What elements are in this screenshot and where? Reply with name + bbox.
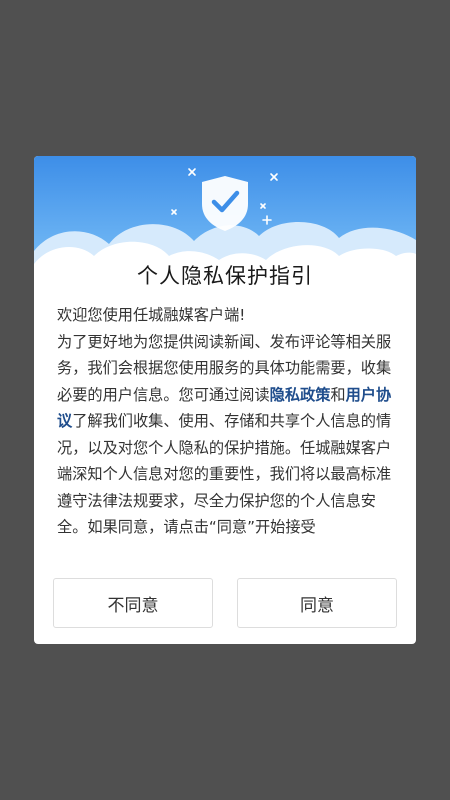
banner-illustration (34, 156, 416, 276)
disagree-button[interactable]: 不同意 (53, 578, 213, 628)
dialog-body: 欢迎您使用任城融媒客户端! 为了更好地为您提供阅读新闻、发布评论等相关服务，我们… (57, 302, 393, 541)
dialog-banner (34, 156, 416, 276)
policy-text-part2: 了解我们收集、使用、存储和共享个人信息的情况，以及对您个人隐私的保护措施。任城融… (57, 412, 392, 536)
dialog-title: 个人隐私保护指引 (137, 264, 313, 288)
privacy-dialog: 个人隐私保护指引 欢迎您使用任城融媒客户端! 为了更好地为您提供阅读新闻、发布评… (34, 156, 416, 644)
agree-button[interactable]: 同意 (237, 578, 397, 628)
policy-text-and: 和 (330, 385, 346, 404)
privacy-policy-link[interactable]: 隐私政策 (270, 386, 331, 404)
policy-paragraph: 为了更好地为您提供阅读新闻、发布评论等相关服务，我们会根据您使用服务的具体功能需… (57, 329, 393, 541)
intro-line: 欢迎您使用任城融媒客户端! (57, 306, 246, 324)
